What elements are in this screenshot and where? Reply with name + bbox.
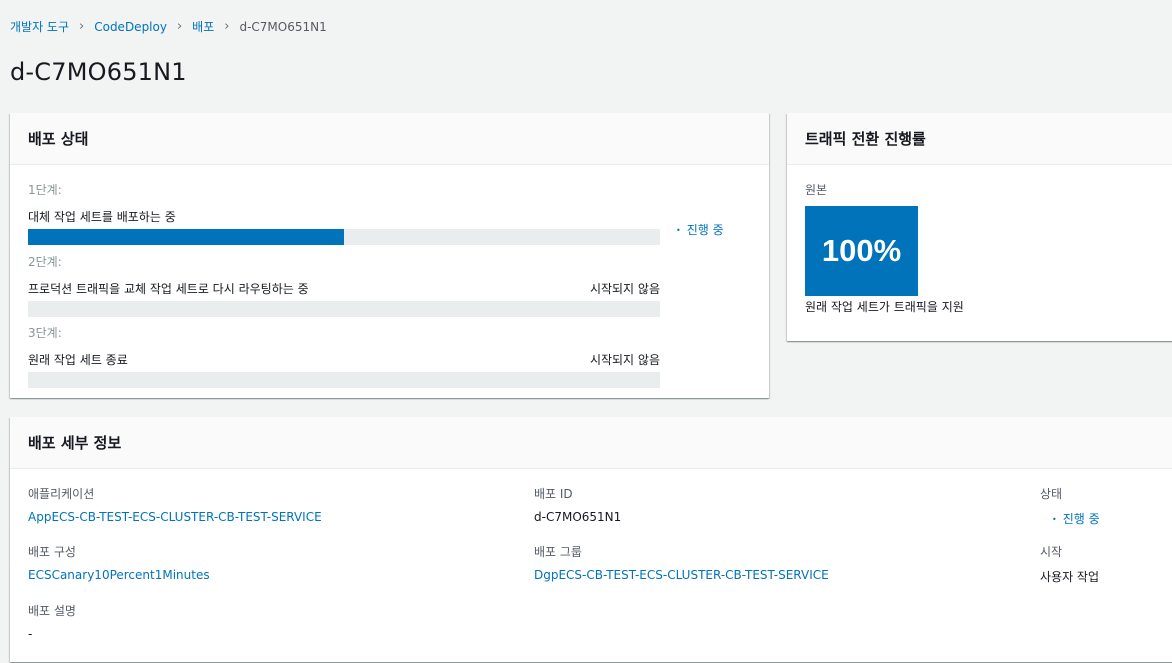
field-status: 상태 • 진행 중 [1040,487,1100,526]
breadcrumb-deployments[interactable]: 배포 [192,18,214,35]
progress-bar [28,372,660,388]
status-dot-icon: • [1052,515,1057,524]
panel-title: 배포 세부 정보 [28,434,122,452]
step-description: 대체 작업 세트를 배포하는 중 [28,210,176,224]
field-deployment-config: 배포 구성 ECSCanary10Percent1Minutes [28,545,210,582]
chevron-right-icon: › [224,19,230,34]
step-status: 시작되지 않음 [589,353,660,367]
step-number: 1단계: [28,183,62,197]
breadcrumb: 개발자 도구 › CodeDeploy › 배포 › d-C7MO651N1 [10,18,327,35]
deployment-config-link[interactable]: ECSCanary10Percent1Minutes [28,568,210,582]
field-description: 배포 설명 - [28,604,76,641]
field-deployment-id: 배포 ID d-C7MO651N1 [534,487,622,524]
page-title: d-C7MO651N1 [10,58,187,86]
original-caption: 원래 작업 세트가 트래픽을 지원 [805,300,964,314]
step-2: 2단계: 프로덕션 트래픽을 교체 작업 세트로 다시 라우팅하는 중 시작되지… [28,253,660,317]
step-number: 2단계: [28,255,62,269]
field-application: 애플리케이션 AppECS-CB-TEST-ECS-CLUSTER-CB-TES… [28,487,322,524]
panel-header: 배포 세부 정보 [10,417,1172,469]
deployment-details-panel: 배포 세부 정보 애플리케이션 AppECS-CB-TEST-ECS-CLUST… [10,417,1172,662]
deployment-status-panel: 배포 상태 1단계: 대체 작업 세트를 배포하는 중 • 진행 중 2단계: 프… [10,113,769,398]
chevron-right-icon: › [176,19,183,34]
traffic-shifting-panel: 트래픽 전환 진행률 원본 100% 원래 작업 세트가 트래픽을 지원 [787,113,1172,341]
panel-header: 트래픽 전환 진행률 [787,113,1172,165]
step-3: 3단계: 원래 작업 세트 종료 시작되지 않음 [28,324,660,388]
breadcrumb-codedeploy[interactable]: CodeDeploy [94,20,167,34]
panel-title: 트래픽 전환 진행률 [805,130,926,148]
chevron-right-icon: › [79,19,85,34]
step-description: 프로덕션 트래픽을 교체 작업 세트로 다시 라우팅하는 중 [28,282,309,296]
progress-bar [28,301,660,317]
panel-header: 배포 상태 [10,113,769,165]
breadcrumb-dev-tools[interactable]: 개발자 도구 [10,18,69,35]
application-link[interactable]: AppECS-CB-TEST-ECS-CLUSTER-CB-TEST-SERVI… [28,510,322,524]
step-description: 원래 작업 세트 종료 [28,353,128,367]
original-label: 원본 [805,183,828,197]
status-in-progress: • 진행 중 [1052,512,1100,526]
panel-title: 배포 상태 [28,130,89,148]
progress-bar-fill [28,229,344,245]
step-number: 3단계: [28,326,62,340]
traffic-percent-box: 100% [805,206,918,296]
step-1: 1단계: 대체 작업 세트를 배포하는 중 [28,181,660,245]
breadcrumb-current: d-C7MO651N1 [239,19,327,34]
field-initiated-by: 시작 사용자 작업 [1040,545,1100,584]
step-status: 시작되지 않음 [589,282,660,296]
deployment-group-link[interactable]: DgpECS-CB-TEST-ECS-CLUSTER-CB-TEST-SERVI… [534,568,829,582]
field-deployment-group: 배포 그룹 DgpECS-CB-TEST-ECS-CLUSTER-CB-TEST… [534,545,829,582]
status-dot-icon: • [676,226,681,235]
step-status-in-progress: • 진행 중 [676,223,724,237]
progress-bar [28,229,660,245]
